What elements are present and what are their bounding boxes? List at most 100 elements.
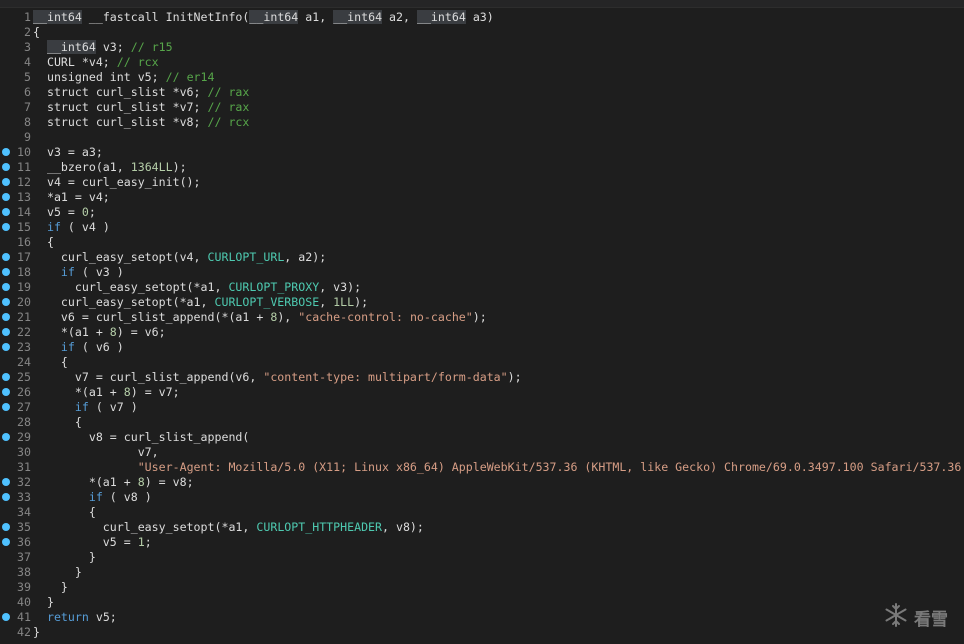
code-text[interactable]: v5 = 0;: [33, 205, 964, 220]
code-line[interactable]: 20 curl_easy_setopt(*a1, CURLOPT_VERBOSE…: [0, 295, 964, 310]
code-line[interactable]: 29 v8 = curl_slist_append(: [0, 430, 964, 445]
breakpoint-dot-icon[interactable]: [2, 193, 10, 201]
code-line[interactable]: 39 }: [0, 580, 964, 595]
code-text[interactable]: {: [33, 415, 964, 430]
breakpoint-dot-icon[interactable]: [2, 163, 10, 171]
code-text[interactable]: {: [33, 235, 964, 250]
code-text[interactable]: *(a1 + 8) = v6;: [33, 325, 964, 340]
code-text[interactable]: *(a1 + 8) = v7;: [33, 385, 964, 400]
code-line[interactable]: 6 struct curl_slist *v6; // rax: [0, 85, 964, 100]
breakpoint-dot-icon[interactable]: [2, 313, 10, 321]
code-text[interactable]: }: [33, 550, 964, 565]
breakpoint-dot-icon[interactable]: [2, 223, 10, 231]
breakpoint-dot-icon[interactable]: [2, 253, 10, 261]
code-text[interactable]: curl_easy_setopt(*a1, CURLOPT_PROXY, v3)…: [33, 280, 964, 295]
breakpoint-dot-icon[interactable]: [2, 523, 10, 531]
code-line[interactable]: 26 *(a1 + 8) = v7;: [0, 385, 964, 400]
breakpoint-dot-icon[interactable]: [2, 388, 10, 396]
code-text[interactable]: v8 = curl_slist_append(: [33, 430, 964, 445]
code-text[interactable]: struct curl_slist *v8; // rcx: [33, 115, 964, 130]
code-line[interactable]: 13 *a1 = v4;: [0, 190, 964, 205]
code-line[interactable]: 1 __int64 __fastcall InitNetInfo(__int64 …: [0, 10, 964, 25]
code-text[interactable]: if ( v4 ): [33, 220, 964, 235]
code-text[interactable]: }: [33, 565, 964, 580]
code-text[interactable]: __bzero(a1, 1364LL);: [33, 160, 964, 175]
breakpoint-dot-icon[interactable]: [2, 268, 10, 276]
code-line[interactable]: 4 CURL *v4; // rcx: [0, 55, 964, 70]
code-line[interactable]: 5 unsigned int v5; // er14: [0, 70, 964, 85]
breakpoint-dot-icon[interactable]: [2, 433, 10, 441]
breakpoint-dot-icon[interactable]: [2, 208, 10, 216]
code-text[interactable]: v4 = curl_easy_init();: [33, 175, 964, 190]
code-line[interactable]: 41 return v5;: [0, 610, 964, 625]
code-line[interactable]: 35 curl_easy_setopt(*a1, CURLOPT_HTTPHEA…: [0, 520, 964, 535]
code-text[interactable]: if ( v3 ): [33, 265, 964, 280]
code-text[interactable]: struct curl_slist *v7; // rax: [33, 100, 964, 115]
code-text[interactable]: v3 = a3;: [33, 145, 964, 160]
breakpoint-dot-icon[interactable]: [2, 478, 10, 486]
code-text[interactable]: CURL *v4; // rcx: [33, 55, 964, 70]
code-line[interactable]: 36 v5 = 1;: [0, 535, 964, 550]
code-line[interactable]: 14 v5 = 0;: [0, 205, 964, 220]
code-text[interactable]: {: [33, 355, 964, 370]
code-line[interactable]: 7 struct curl_slist *v7; // rax: [0, 100, 964, 115]
code-text[interactable]: return v5;: [33, 610, 964, 625]
code-text[interactable]: __int64 __fastcall InitNetInfo(__int64 a…: [33, 10, 964, 25]
code-text[interactable]: v6 = curl_slist_append(*(a1 + 8), "cache…: [33, 310, 964, 325]
code-line[interactable]: 34 {: [0, 505, 964, 520]
code-text[interactable]: v5 = 1;: [33, 535, 964, 550]
breakpoint-dot-icon[interactable]: [2, 283, 10, 291]
breakpoint-dot-icon[interactable]: [2, 613, 10, 621]
breakpoint-dot-icon[interactable]: [2, 178, 10, 186]
code-text[interactable]: curl_easy_setopt(*a1, CURLOPT_HTTPHEADER…: [33, 520, 964, 535]
code-line[interactable]: 37 }: [0, 550, 964, 565]
code-text[interactable]: curl_easy_setopt(v4, CURLOPT_URL, a2);: [33, 250, 964, 265]
code-text[interactable]: v7 = curl_slist_append(v6, "content-type…: [33, 370, 964, 385]
code-text[interactable]: if ( v6 ): [33, 340, 964, 355]
code-text[interactable]: }: [33, 595, 964, 610]
code-line[interactable]: 23 if ( v6 ): [0, 340, 964, 355]
code-text[interactable]: {: [33, 505, 964, 520]
breakpoint-dot-icon[interactable]: [2, 493, 10, 501]
breakpoint-dot-icon[interactable]: [2, 403, 10, 411]
code-line[interactable]: 11 __bzero(a1, 1364LL);: [0, 160, 964, 175]
code-line[interactable]: 12 v4 = curl_easy_init();: [0, 175, 964, 190]
code-text[interactable]: {: [33, 25, 964, 40]
code-text[interactable]: "User-Agent: Mozilla/5.0 (X11; Linux x86…: [33, 460, 964, 475]
code-text[interactable]: __int64 v3; // r15: [33, 40, 964, 55]
code-text[interactable]: if ( v7 ): [33, 400, 964, 415]
code-line[interactable]: 40 }: [0, 595, 964, 610]
code-line[interactable]: 17 curl_easy_setopt(v4, CURLOPT_URL, a2)…: [0, 250, 964, 265]
code-text[interactable]: curl_easy_setopt(*a1, CURLOPT_VERBOSE, 1…: [33, 295, 964, 310]
code-text[interactable]: }: [33, 580, 964, 595]
code-line[interactable]: 2{: [0, 25, 964, 40]
code-line[interactable]: 27 if ( v7 ): [0, 400, 964, 415]
breakpoint-dot-icon[interactable]: [2, 343, 10, 351]
breakpoint-dot-icon[interactable]: [2, 148, 10, 156]
breakpoint-dot-icon[interactable]: [2, 298, 10, 306]
code-line[interactable]: 33 if ( v8 ): [0, 490, 964, 505]
code-line[interactable]: 3 __int64 v3; // r15: [0, 40, 964, 55]
code-line[interactable]: 30 v7,: [0, 445, 964, 460]
code-line[interactable]: 22 *(a1 + 8) = v6;: [0, 325, 964, 340]
code-line[interactable]: 8 struct curl_slist *v8; // rcx: [0, 115, 964, 130]
breakpoint-dot-icon[interactable]: [2, 328, 10, 336]
code-line[interactable]: 28 {: [0, 415, 964, 430]
code-line[interactable]: 24 {: [0, 355, 964, 370]
code-text[interactable]: }: [33, 625, 964, 640]
code-text[interactable]: if ( v8 ): [33, 490, 964, 505]
code-line[interactable]: 18 if ( v3 ): [0, 265, 964, 280]
code-text[interactable]: unsigned int v5; // er14: [33, 70, 964, 85]
code-line[interactable]: 38 }: [0, 565, 964, 580]
code-line[interactable]: 31 "User-Agent: Mozilla/5.0 (X11; Linux …: [0, 460, 964, 475]
breakpoint-dot-icon[interactable]: [2, 373, 10, 381]
code-text[interactable]: struct curl_slist *v6; // rax: [33, 85, 964, 100]
code-line[interactable]: 32 *(a1 + 8) = v8;: [0, 475, 964, 490]
code-line[interactable]: 9: [0, 130, 964, 145]
code-line[interactable]: 25 v7 = curl_slist_append(v6, "content-t…: [0, 370, 964, 385]
code-text[interactable]: *(a1 + 8) = v8;: [33, 475, 964, 490]
code-line[interactable]: 10 v3 = a3;: [0, 145, 964, 160]
pseudocode-view[interactable]: 1 __int64 __fastcall InitNetInfo(__int64 …: [0, 10, 964, 640]
code-line[interactable]: 19 curl_easy_setopt(*a1, CURLOPT_PROXY, …: [0, 280, 964, 295]
breakpoint-dot-icon[interactable]: [2, 538, 10, 546]
